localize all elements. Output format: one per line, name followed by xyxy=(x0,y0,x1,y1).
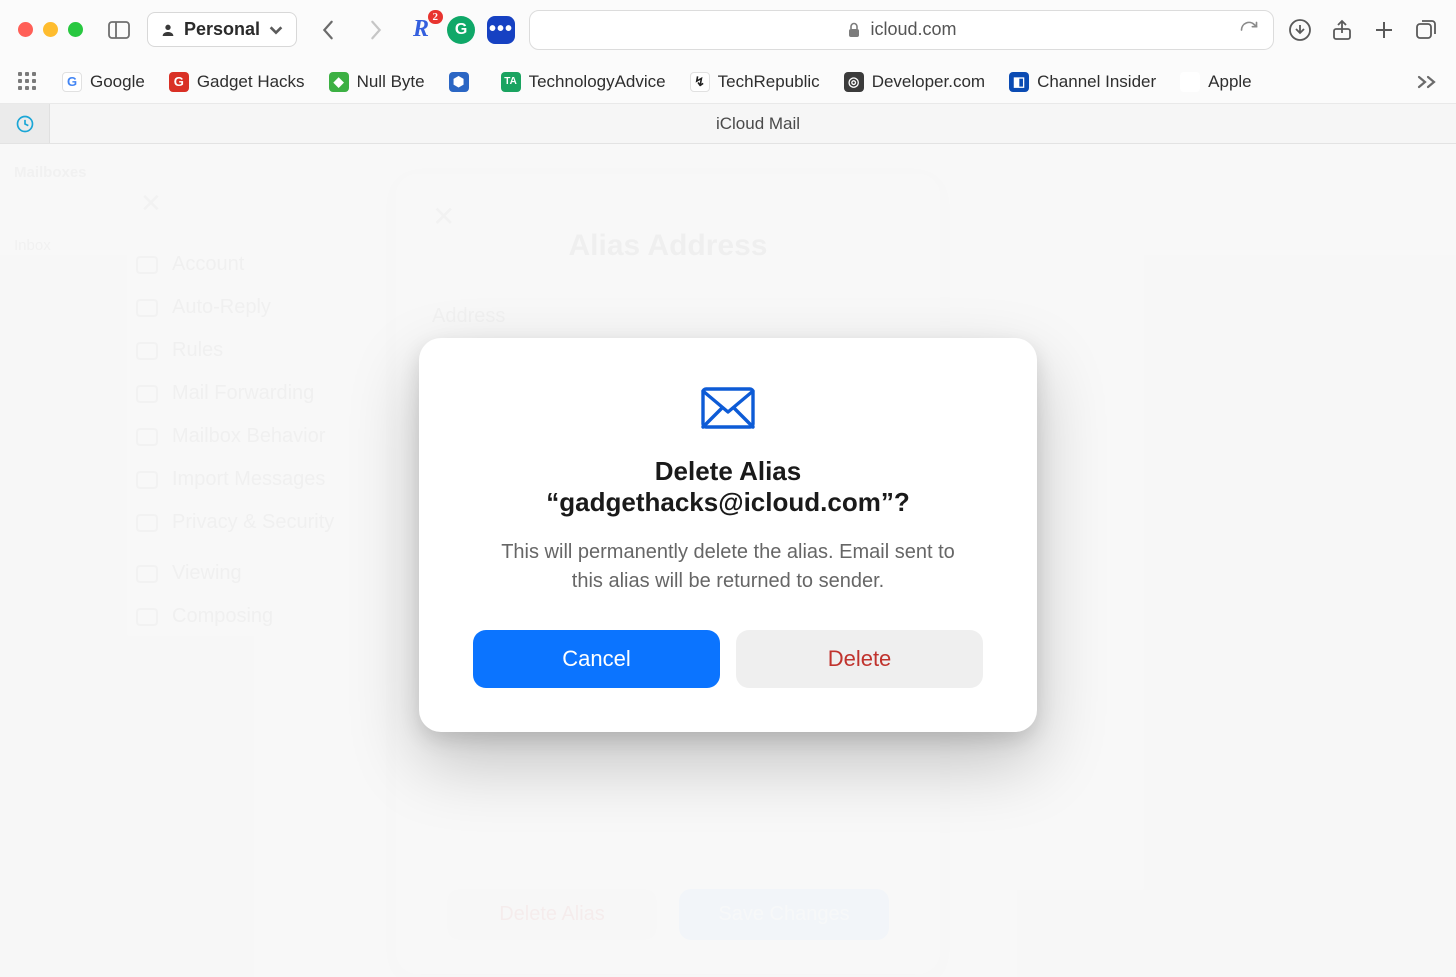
bookmarks-bar: G Google G Gadget Hacks ◆ Null Byte ⬢ TA… xyxy=(0,60,1456,104)
apps-grid-button[interactable] xyxy=(18,72,38,92)
minimize-window-button[interactable] xyxy=(43,22,58,37)
bookmark-label: Developer.com xyxy=(872,72,985,92)
toolbar-right xyxy=(1288,18,1438,42)
favicon: ⬢ xyxy=(449,72,469,92)
zoom-window-button[interactable] xyxy=(68,22,83,37)
bookmark-unnamed[interactable]: ⬢ xyxy=(449,72,477,92)
chevron-down-icon xyxy=(268,22,284,38)
sidebar-toggle-button[interactable] xyxy=(105,16,133,44)
downloads-button[interactable] xyxy=(1288,18,1312,42)
bookmark-techrepublic[interactable]: ↯ TechRepublic xyxy=(690,72,820,92)
bookmark-label: TechRepublic xyxy=(718,72,820,92)
bookmark-technologyadvice[interactable]: TA TechnologyAdvice xyxy=(501,72,666,92)
favicon: ◧ xyxy=(1009,72,1029,92)
back-button[interactable] xyxy=(311,13,345,47)
profile-label: Personal xyxy=(184,19,260,40)
delete-alias-dialog: Delete Alias “gadgethacks@icloud.com”? T… xyxy=(419,338,1037,732)
clockify-icon xyxy=(15,114,35,134)
bookmark-google[interactable]: G Google xyxy=(62,72,145,92)
bookmark-label: Google xyxy=(90,72,145,92)
extension-r-icon[interactable]: R2 xyxy=(407,16,435,44)
bookmark-channel-insider[interactable]: ◧ Channel Insider xyxy=(1009,72,1156,92)
favicon: TA xyxy=(501,72,521,92)
window-controls xyxy=(18,22,83,37)
address-host: icloud.com xyxy=(871,19,957,40)
extension-icons: R2 G ••• xyxy=(407,16,515,44)
bookmark-label: TechnologyAdvice xyxy=(529,72,666,92)
favicon: ↯ xyxy=(690,72,710,92)
reload-button[interactable] xyxy=(1239,20,1259,40)
delete-button[interactable]: Delete xyxy=(736,630,983,688)
favicon xyxy=(1180,72,1200,92)
bookmark-label: Apple xyxy=(1208,72,1251,92)
pinned-tab[interactable] xyxy=(0,104,50,143)
bookmark-null-byte[interactable]: ◆ Null Byte xyxy=(329,72,425,92)
profile-picker[interactable]: Personal xyxy=(147,12,297,47)
modal-overlay: Delete Alias “gadgethacks@icloud.com”? T… xyxy=(0,144,1456,977)
favicon: G xyxy=(169,72,189,92)
bookmark-label: Channel Insider xyxy=(1037,72,1156,92)
bookmark-gadget-hacks[interactable]: G Gadget Hacks xyxy=(169,72,305,92)
tab-strip: iCloud Mail xyxy=(0,104,1456,144)
extension-badge: 2 xyxy=(428,10,444,24)
lock-icon xyxy=(847,22,861,38)
mail-icon xyxy=(473,386,983,430)
tab-icloud-mail[interactable]: iCloud Mail xyxy=(50,104,1456,143)
dialog-title: Delete Alias “gadgethacks@icloud.com”? xyxy=(473,456,983,518)
tab-overview-button[interactable] xyxy=(1414,18,1438,42)
bookmark-apple[interactable]: Apple xyxy=(1180,72,1251,92)
cancel-button[interactable]: Cancel xyxy=(473,630,720,688)
browser-toolbar: Personal R2 G ••• icloud.com xyxy=(0,0,1456,60)
share-button[interactable] xyxy=(1330,18,1354,42)
bookmark-label: Gadget Hacks xyxy=(197,72,305,92)
extension-bitwarden-icon[interactable]: ••• xyxy=(487,16,515,44)
close-window-button[interactable] xyxy=(18,22,33,37)
address-bar[interactable]: icloud.com xyxy=(529,10,1274,50)
favicon: G xyxy=(62,72,82,92)
extension-grammarly-icon[interactable]: G xyxy=(447,16,475,44)
favicon: ◎ xyxy=(844,72,864,92)
new-tab-button[interactable] xyxy=(1372,18,1396,42)
person-icon xyxy=(160,22,176,38)
app-viewport: Mailboxes Inbox ✕ Account Auto-Reply Rul… xyxy=(0,144,1456,977)
forward-button[interactable] xyxy=(359,13,393,47)
bookmark-developer-com[interactable]: ◎ Developer.com xyxy=(844,72,985,92)
favicon: ◆ xyxy=(329,72,349,92)
bookmark-label: Null Byte xyxy=(357,72,425,92)
bookmarks-overflow-button[interactable] xyxy=(1416,74,1438,90)
dialog-body: This will permanently delete the alias. … xyxy=(491,538,965,596)
tab-title: iCloud Mail xyxy=(716,114,800,134)
